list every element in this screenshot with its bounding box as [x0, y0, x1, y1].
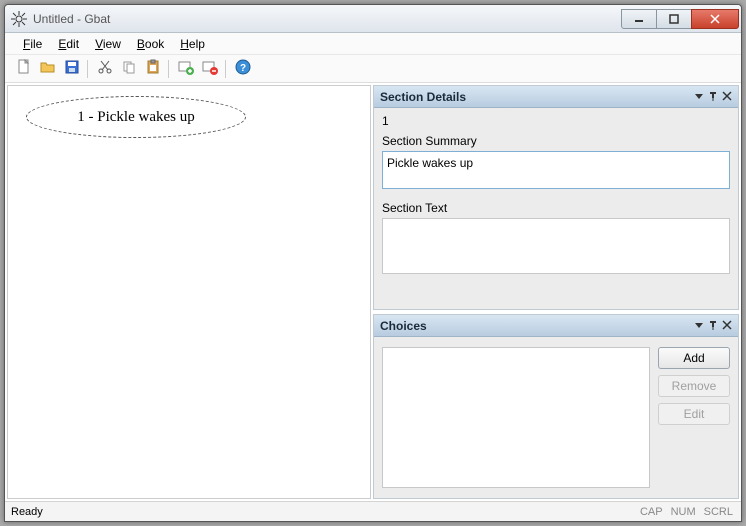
edit-choice-button[interactable]: Edit	[658, 403, 730, 425]
section-details-title: Section Details	[380, 90, 466, 104]
window-controls	[622, 9, 739, 29]
menu-help[interactable]: Help	[172, 35, 213, 53]
new-file-button[interactable]	[13, 58, 35, 80]
toolbar: ?	[5, 55, 741, 83]
panel-menu-icon[interactable]	[694, 90, 704, 104]
section-summary-label: Section Summary	[382, 134, 730, 148]
add-section-icon	[178, 59, 194, 78]
client-area: 1 - Pickle wakes up Section Details 1 S	[5, 83, 741, 501]
close-button[interactable]	[691, 9, 739, 29]
section-text-input[interactable]	[382, 218, 730, 274]
cut-button[interactable]	[94, 58, 116, 80]
open-file-button[interactable]	[37, 58, 59, 80]
toolbar-separator	[168, 60, 169, 78]
toolbar-separator	[87, 60, 88, 78]
help-icon: ?	[235, 59, 251, 78]
graph-canvas[interactable]: 1 - Pickle wakes up	[7, 85, 371, 499]
minimize-button[interactable]	[621, 9, 657, 29]
help-button[interactable]: ?	[232, 58, 254, 80]
choices-buttons: Add Remove Edit	[658, 347, 730, 488]
section-details-body: 1 Section Summary Section Text	[374, 108, 738, 309]
choices-title: Choices	[380, 319, 427, 333]
statusbar: Ready CAP NUM SCRL	[5, 501, 741, 521]
choices-panel: Choices Add Remove Edit	[373, 314, 739, 499]
save-icon	[64, 59, 80, 78]
choices-header: Choices	[374, 315, 738, 337]
menubar: File Edit View Book Help	[5, 33, 741, 55]
section-details-panel: Section Details 1 Section Summary Sectio…	[373, 85, 739, 310]
status-num: NUM	[669, 506, 698, 518]
folder-open-icon	[40, 59, 56, 78]
section-text-label: Section Text	[382, 201, 730, 215]
toolbar-separator	[225, 60, 226, 78]
add-section-button[interactable]	[175, 58, 197, 80]
app-icon	[11, 11, 27, 27]
add-choice-button[interactable]: Add	[658, 347, 730, 369]
copy-icon	[121, 59, 137, 78]
remove-choice-button[interactable]: Remove	[658, 375, 730, 397]
choices-list[interactable]	[382, 347, 650, 488]
menu-view[interactable]: View	[87, 35, 129, 53]
svg-text:?: ?	[240, 63, 246, 74]
save-button[interactable]	[61, 58, 83, 80]
app-window: Untitled - Gbat File Edit View Book Help	[4, 4, 742, 522]
status-cap: CAP	[638, 506, 665, 518]
window-title: Untitled - Gbat	[33, 12, 110, 26]
section-node-label: 1 - Pickle wakes up	[77, 109, 194, 126]
copy-button[interactable]	[118, 58, 140, 80]
section-details-header: Section Details	[374, 86, 738, 108]
status-left: Ready	[11, 506, 43, 518]
new-file-icon	[16, 59, 32, 78]
choices-body: Add Remove Edit	[374, 337, 738, 498]
titlebar: Untitled - Gbat	[5, 5, 741, 33]
right-panels: Section Details 1 Section Summary Sectio…	[373, 85, 739, 499]
remove-section-button[interactable]	[199, 58, 221, 80]
scissors-icon	[97, 59, 113, 78]
menu-book[interactable]: Book	[129, 35, 172, 53]
menu-edit[interactable]: Edit	[50, 35, 87, 53]
panel-close-icon[interactable]	[722, 90, 732, 104]
remove-section-icon	[202, 59, 218, 78]
section-id-label: 1	[382, 114, 730, 128]
section-summary-input[interactable]	[382, 151, 730, 189]
panel-pin-icon[interactable]	[708, 90, 718, 104]
status-scrl: SCRL	[702, 506, 735, 518]
paste-button[interactable]	[142, 58, 164, 80]
panel-close-icon[interactable]	[722, 319, 732, 333]
menu-file[interactable]: File	[15, 35, 50, 53]
panel-pin-icon[interactable]	[708, 319, 718, 333]
status-right: CAP NUM SCRL	[638, 506, 735, 518]
maximize-button[interactable]	[656, 9, 692, 29]
section-node[interactable]: 1 - Pickle wakes up	[26, 96, 246, 138]
panel-menu-icon[interactable]	[694, 319, 704, 333]
paste-icon	[145, 59, 161, 78]
